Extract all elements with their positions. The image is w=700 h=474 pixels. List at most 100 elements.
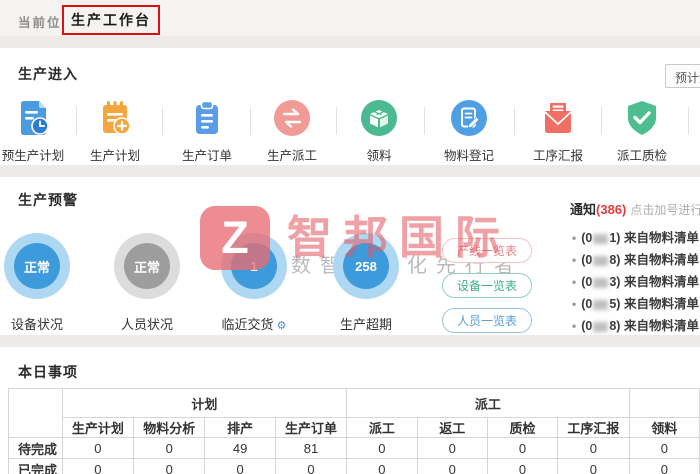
table-row: 待完成 0 0 49 81 0 0 0 0 0 <box>9 438 700 459</box>
notification-item[interactable]: •(05) 来自物料清单：1/ <box>572 293 700 312</box>
col-header: 工序汇报 <box>558 418 629 438</box>
production-workbench-page: 当前位置： 生产工作台 生产进入 预计划 预生产计划 <box>0 0 700 474</box>
entry-item-dispatch-qc[interactable]: 派工质检 <box>602 98 682 164</box>
col-header: 生产计划 <box>62 418 133 438</box>
notification-item[interactable]: •(08) 来自物料清单：Su <box>572 315 700 334</box>
gear-icon[interactable]: ⚙ <box>277 320 287 332</box>
col-header: 返工 <box>417 418 487 438</box>
entry-item-label: 领料 <box>339 145 419 164</box>
cell-value[interactable]: 0 <box>347 438 417 459</box>
col-header: 派工 <box>347 418 417 438</box>
table-row: 已完成 0 0 0 0 0 0 0 0 0 <box>9 459 700 474</box>
equipment-list-button[interactable]: 设备一览表 <box>442 273 532 298</box>
divider <box>250 107 251 135</box>
group-header-dispatch: 派工 <box>347 389 629 418</box>
entry-item-production-plan[interactable]: 生产计划 <box>75 98 155 164</box>
col-header: 领料 <box>629 418 699 438</box>
group-header-material <box>629 389 699 418</box>
col-header: 排产 <box>205 418 275 438</box>
row-label-pending: 待完成 <box>9 438 63 459</box>
pre-plan-button[interactable]: 预计划 <box>665 64 700 88</box>
redacted-text <box>593 278 608 288</box>
envelope-report-icon <box>538 98 578 138</box>
gauge-personnel-status[interactable]: 正常 人员状况 <box>101 233 193 333</box>
entry-item-label: 生产订单 <box>167 145 247 164</box>
divider <box>336 107 337 135</box>
document-clock-icon <box>13 98 53 138</box>
cell-value[interactable]: 0 <box>347 459 417 474</box>
cell-value[interactable]: 0 <box>487 438 557 459</box>
divider <box>688 107 689 135</box>
redacted-text <box>593 300 608 310</box>
group-header-plan: 计划 <box>62 389 347 418</box>
bullet-icon: • <box>572 319 576 333</box>
entry-item-material-requisition[interactable]: 领料 <box>339 98 419 164</box>
divider <box>514 107 515 135</box>
notification-item[interactable]: •(03) 来自物料清单：55 <box>572 271 700 290</box>
cell-value[interactable]: 0 <box>134 459 205 474</box>
entry-item-production-order[interactable]: 生产订单 <box>167 98 247 164</box>
gauge-label: 生产超期 <box>320 314 412 333</box>
section-divider <box>0 335 700 347</box>
gauge-label: 临近交货⚙ <box>208 314 300 333</box>
gauge-production-overdue[interactable]: 258 生产超期 <box>320 233 412 333</box>
bullet-icon: • <box>572 253 576 267</box>
section-divider <box>0 36 700 48</box>
shield-check-icon <box>622 98 662 138</box>
cell-value[interactable]: 0 <box>205 459 275 474</box>
personnel-list-button[interactable]: 人员一览表 <box>442 308 532 333</box>
cell-value[interactable]: 0 <box>134 438 205 459</box>
production-line-list-button[interactable]: 产线一览表 <box>442 238 532 263</box>
entry-item-production-dispatch[interactable]: 生产派工 <box>252 98 332 164</box>
cell-value[interactable]: 0 <box>62 459 133 474</box>
notifications-hint: 点击加号进行通知 <box>630 203 700 217</box>
section-divider <box>0 165 700 177</box>
entry-item-label: 派工质检 <box>602 145 682 164</box>
notifications-title: 通知 <box>570 202 596 217</box>
redacted-text <box>593 322 608 332</box>
production-warning-title: 生产预警 <box>18 190 78 210</box>
entry-item-label: 生产计划 <box>75 145 155 164</box>
entry-item-process-report[interactable]: 工序汇报 <box>518 98 598 164</box>
status-circle: 正常 <box>114 233 180 299</box>
status-circle: 258 <box>333 233 399 299</box>
col-header: 质检 <box>487 418 557 438</box>
bullet-icon: • <box>572 275 576 289</box>
entry-item-label: 工序汇报 <box>518 145 598 164</box>
col-header: 物料分析 <box>134 418 205 438</box>
gauge-label: 设备状况 <box>0 314 83 333</box>
cell-value[interactable]: 0 <box>629 459 699 474</box>
notifications-header: 通知(386)点击加号进行通知 <box>570 199 700 218</box>
cell-value[interactable]: 0 <box>275 459 346 474</box>
notifications-panel: 通知(386)点击加号进行通知 •(01) 来自物料清单：飞 •(08) 来自物… <box>570 199 700 218</box>
notification-item[interactable]: •(01) 来自物料清单：飞 <box>572 227 700 246</box>
today-items-table: 计划 派工 生产计划 物料分析 排产 生产订单 派工 返工 质检 工序汇报 领料… <box>8 388 700 474</box>
cell-value[interactable]: 0 <box>487 459 557 474</box>
cell-value[interactable]: 0 <box>558 438 629 459</box>
cell-value[interactable]: 0 <box>417 459 487 474</box>
document-edit-icon <box>449 98 489 138</box>
entry-item-pre-production-plan[interactable]: 预生产计划 <box>0 98 73 164</box>
gauge-near-delivery[interactable]: 1 临近交货⚙ <box>208 233 300 333</box>
notification-item[interactable]: •(08) 来自物料清单：55 <box>572 249 700 268</box>
transfer-arrows-icon <box>272 98 312 138</box>
bullet-icon: • <box>572 231 576 245</box>
divider <box>424 107 425 135</box>
table-corner-cell <box>9 389 63 438</box>
col-header: 生产订单 <box>275 418 346 438</box>
cell-value: 81 <box>275 438 346 459</box>
redacted-text <box>593 256 608 266</box>
material-box-icon <box>359 98 399 138</box>
cell-value[interactable]: 49 <box>205 438 275 459</box>
cell-value[interactable]: 0 <box>558 459 629 474</box>
row-label-completed: 已完成 <box>9 459 63 474</box>
breadcrumb-bar: 当前位置： 生产工作台 <box>0 0 700 36</box>
gauge-equipment-status[interactable]: 正常 设备状况 <box>0 233 83 333</box>
entry-item-material-register[interactable]: 物料登记 <box>429 98 509 164</box>
production-entry-title: 生产进入 <box>18 64 78 84</box>
gauge-label: 人员状况 <box>101 314 193 333</box>
clipboard-icon <box>187 98 227 138</box>
cell-value[interactable]: 0 <box>629 438 699 459</box>
cell-value[interactable]: 0 <box>62 438 133 459</box>
cell-value[interactable]: 0 <box>417 438 487 459</box>
